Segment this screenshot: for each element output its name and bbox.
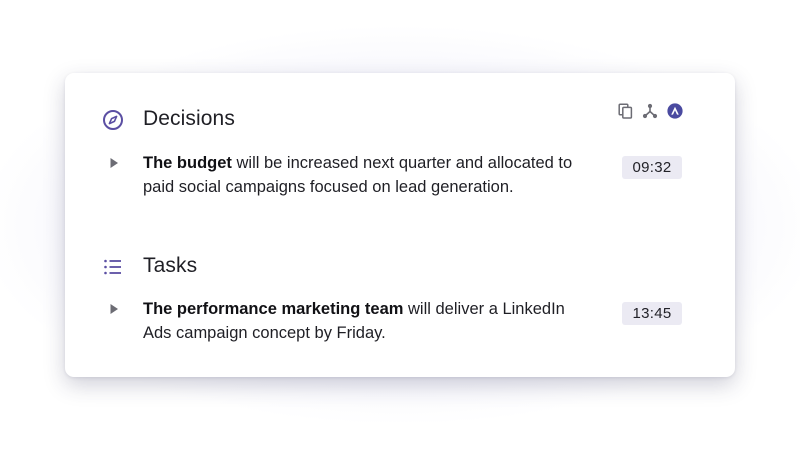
compass-icon [102, 109, 124, 131]
expand-arrow-icon[interactable] [108, 303, 120, 315]
task-subject: The performance marketing team [143, 300, 404, 318]
decision-text: The budget will be increased next quarte… [143, 152, 573, 199]
decision-subject: The budget [143, 154, 232, 172]
timestamp-badge[interactable]: 13:45 [622, 302, 682, 325]
section-title-decisions: Decisions [143, 107, 235, 130]
list-icon [102, 256, 124, 278]
decisions-section: Decisions The budget will be increased n… [65, 105, 735, 196]
tasks-header: Tasks [65, 252, 735, 282]
timestamp-badge[interactable]: 09:32 [622, 156, 682, 179]
task-text: The performance marketing team will deli… [143, 298, 573, 345]
tasks-section: Tasks The performance marketing team wil… [65, 252, 735, 342]
summary-card: Decisions The budget will be increased n… [65, 73, 735, 377]
expand-arrow-icon[interactable] [108, 157, 120, 169]
decisions-header: Decisions [65, 105, 735, 135]
section-title-tasks: Tasks [143, 254, 198, 277]
